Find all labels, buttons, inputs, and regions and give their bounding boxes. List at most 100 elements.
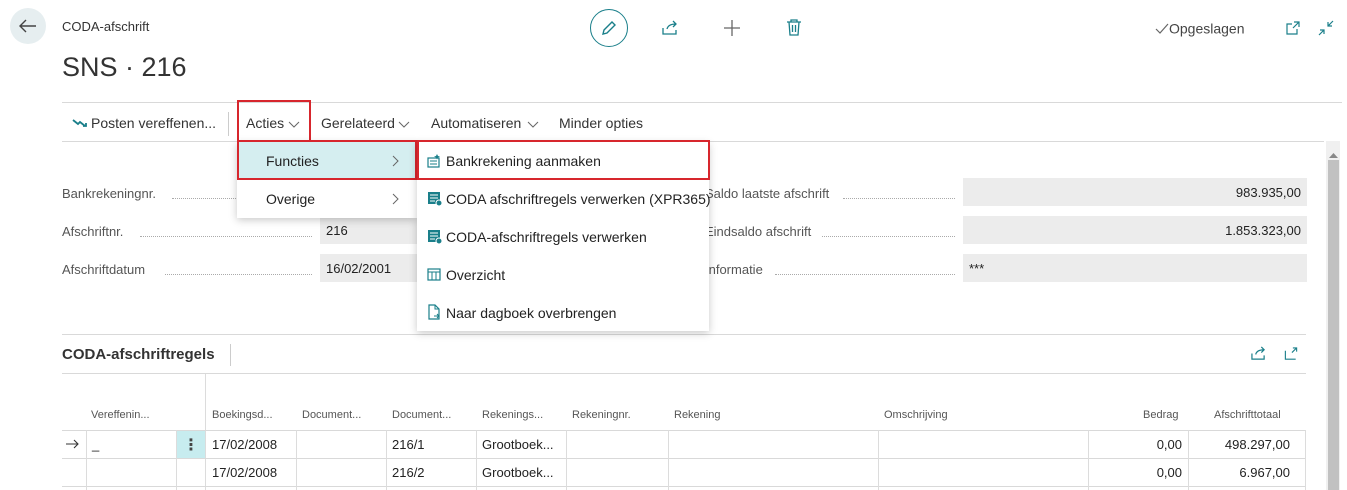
process-lines-icon [427,229,443,247]
separator [230,344,231,366]
dot-leader [140,235,312,237]
cell-divider [566,430,567,490]
table-icon [427,268,441,284]
row-indicator-arrow-icon [66,437,80,452]
chevron-down-icon [398,117,410,132]
lines-expand-button[interactable] [1283,346,1299,364]
menu-item-label: Naar dagboek overbrengen [446,305,617,321]
lines-share-button[interactable] [1250,346,1267,364]
menu-item-overzicht[interactable]: Overzicht [417,256,709,294]
col-header-documentnr[interactable]: Document... [392,409,451,421]
menu-item-coda-verwerken-xpr365[interactable]: CODA afschriftregels verwerken (XPR365) [417,180,711,218]
divider [62,334,1306,335]
scroll-up-icon[interactable] [1329,146,1338,161]
eindsaldo-field[interactable]: 1.853.323,00 [963,216,1307,244]
share-button[interactable] [660,18,680,38]
divider [62,373,1306,374]
arrow-left-icon [19,19,36,33]
delete-button[interactable] [784,17,804,37]
menu-item-naar-dagboek[interactable]: Naar dagboek overbrengen [417,294,709,331]
col-header-rekeningsoort[interactable]: Rekenings... [482,409,543,421]
col-header-rekeningnr[interactable]: Rekeningnr. [572,409,631,421]
lines-title: CODA-afschriftregels [62,346,215,363]
column-divider [205,374,206,490]
plus-icon [724,20,740,36]
afschriftnr-label: Afschriftnr. [62,224,124,239]
cell-bedrag[interactable]: 0,00 [1088,437,1182,452]
cell-boekingsdatum[interactable]: 17/02/2008 [212,437,277,452]
col-header-vereffening[interactable]: Vereffenin... [91,409,150,421]
automatiseren-menu-button[interactable]: Automatiseren [431,115,521,131]
informatie-field[interactable]: *** [963,254,1307,282]
pencil-icon [602,21,616,35]
posten-vereffenen-button[interactable]: Posten vereffenen... [91,115,216,131]
saved-label: Opgeslagen [1169,20,1245,37]
posten-icon [72,117,88,132]
new-button[interactable] [722,18,742,38]
afschriftdatum-field[interactable]: 16/02/2001 [320,254,420,282]
dot-leader [172,197,236,199]
dot-leader [165,273,312,275]
expand-icon [1284,347,1298,360]
highlight-acties [237,100,311,142]
row-border [62,430,1306,431]
col-header-documenttype[interactable]: Document... [302,409,361,421]
bankrekeningnr-label: Bankrekeningnr. [62,186,156,201]
document-transfer-icon [427,304,441,323]
cell-rekeningsoort[interactable]: Grootboek... [482,437,554,452]
checkmark-icon [1155,23,1169,34]
process-lines-icon [427,191,443,209]
open-new-window-button[interactable] [1285,20,1301,39]
highlight-functies [237,140,417,180]
popout-icon [1286,21,1300,35]
gerelateerd-menu-button[interactable]: Gerelateerd [321,115,395,131]
cell-divider [86,430,87,490]
row-border [62,486,1306,487]
col-header-omschrijving[interactable]: Omschrijving [884,409,948,421]
col-header-bedrag[interactable]: Bedrag [1143,409,1178,421]
row-border [62,458,1306,459]
cell-afschrifttotaal[interactable]: 6.967,00 [1188,465,1290,480]
toolbar-separator [228,112,229,136]
col-header-afschrifttotaal[interactable]: Afschrifttotaal [1214,409,1281,421]
cell-divider [1305,430,1306,490]
scrollbar-thumb[interactable] [1328,160,1339,490]
informatie-label: Informatie [705,262,763,277]
back-button[interactable] [10,8,46,44]
trash-icon [787,19,801,36]
menu-item-coda-verwerken[interactable]: CODA-afschriftregels verwerken [417,218,709,256]
cell-boekingsdatum[interactable]: 17/02/2008 [212,465,277,480]
menu-item-label: CODA-afschriftregels verwerken [446,229,647,245]
row-actions-ellipsis-icon[interactable]: ⋮ [177,431,205,458]
share-icon [662,20,677,35]
saldo-laatste-field[interactable]: 983.935,00 [963,178,1307,206]
menu-item-label: Overige [266,191,316,207]
afschriftdatum-label: Afschriftdatum [62,262,146,277]
cell-documentnr[interactable]: 216/2 [392,465,425,480]
page-title: SNS · 216 [62,52,187,82]
saldo-laatste-label: Saldo laatste afschrift [705,186,830,201]
cell-vereffening[interactable]: _ [92,437,99,452]
menu-item-overige[interactable]: Overige [237,180,417,218]
cell-rekeningsoort[interactable]: Grootboek... [482,465,554,480]
cell-divider [296,430,297,490]
dot-leader [822,235,955,237]
col-header-boekingsdatum[interactable]: Boekingsd... [212,409,273,421]
minder-opties-button[interactable]: Minder opties [559,115,643,131]
cell-divider [386,430,387,490]
col-header-rekening[interactable]: Rekening [674,409,720,421]
menu-item-label: CODA afschriftregels verwerken (XPR365) [446,191,711,207]
cell-bedrag[interactable]: 0,00 [1088,465,1182,480]
collapse-icon [1318,20,1334,36]
cell-documentnr[interactable]: 216/1 [392,437,425,452]
edit-button[interactable] [590,9,628,47]
collapse-button[interactable] [1318,20,1334,39]
menu-item-label: Overzicht [446,267,506,283]
cell-afschrifttotaal[interactable]: 498.297,00 [1188,437,1290,452]
breadcrumb: CODA-afschrift [62,19,150,34]
cell-divider [878,430,879,490]
afschriftnr-field[interactable]: 216 [320,216,420,244]
dot-leader [843,197,955,199]
share-icon [1251,346,1265,360]
chevron-right-icon [392,193,399,208]
